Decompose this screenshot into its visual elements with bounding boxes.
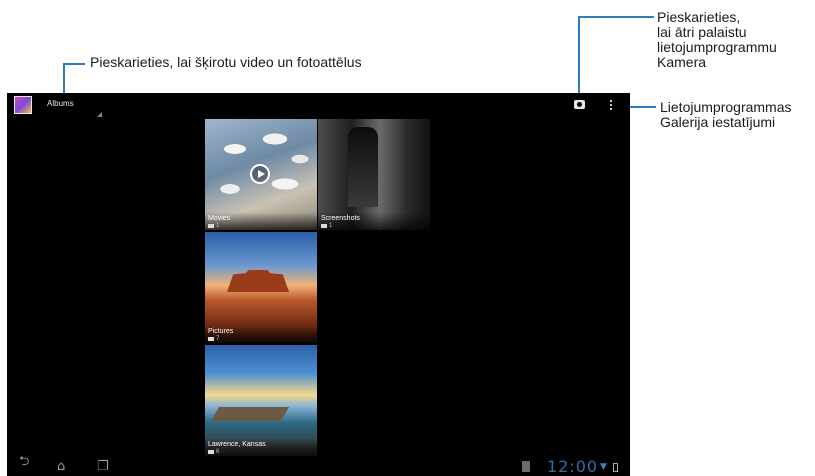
app-icon[interactable] — [14, 96, 32, 114]
album-count: 1 — [329, 223, 333, 229]
folder-icon — [208, 450, 214, 454]
album-tile-lawrence-kansas[interactable]: Lawrence, Kansas 6 — [205, 345, 317, 456]
album-tile-screenshots[interactable]: Screenshots 1 — [318, 119, 430, 230]
album-count: 7 — [216, 336, 220, 342]
system-bar: ⮌ ⌂ ❐ 12:00 ▼ — [7, 454, 630, 476]
album-count: 6 — [216, 449, 220, 455]
overflow-menu-icon[interactable] — [610, 100, 613, 112]
folder-icon — [321, 224, 327, 228]
gallery-screen: Albums Movies 1 Screenshots 1 Pictures 7… — [7, 93, 630, 476]
home-icon[interactable]: ⌂ — [57, 459, 65, 474]
callout-camera-description: Pieskarieties, lai ātri palaistu lietoju… — [657, 9, 777, 70]
album-title: Movies — [208, 215, 231, 222]
callout-albums-description: Pieskarieties, lai šķirotu video un foto… — [90, 54, 362, 70]
callout-line-camera-v — [578, 16, 580, 98]
play-icon — [250, 164, 270, 184]
folder-icon — [208, 337, 214, 341]
recent-apps-icon[interactable]: ❐ — [97, 459, 109, 474]
spinner-arrow-icon — [97, 112, 102, 117]
callout-line-camera-h — [578, 16, 654, 18]
album-tile-movies[interactable]: Movies 1 — [205, 119, 317, 230]
action-bar: Albums — [7, 93, 630, 117]
callout-settings-description: Lietojumprogrammas Galerija iestatījumi — [660, 99, 792, 130]
album-title: Screenshots — [321, 215, 360, 222]
clock[interactable]: 12:00 — [547, 457, 598, 476]
folder-icon — [208, 224, 214, 228]
back-icon[interactable]: ⮌ — [19, 452, 29, 474]
albums-spinner[interactable]: Albums — [47, 99, 74, 108]
sd-card-icon — [522, 461, 530, 472]
callout-line-albums-h — [63, 63, 85, 65]
battery-icon — [613, 463, 618, 472]
album-title: Lawrence, Kansas — [208, 441, 266, 448]
camera-icon[interactable] — [574, 100, 585, 109]
album-title: Pictures — [208, 328, 234, 335]
album-count: 1 — [216, 223, 220, 229]
album-tile-pictures[interactable]: Pictures 7 — [205, 232, 317, 343]
wifi-icon: ▼ — [600, 462, 607, 472]
